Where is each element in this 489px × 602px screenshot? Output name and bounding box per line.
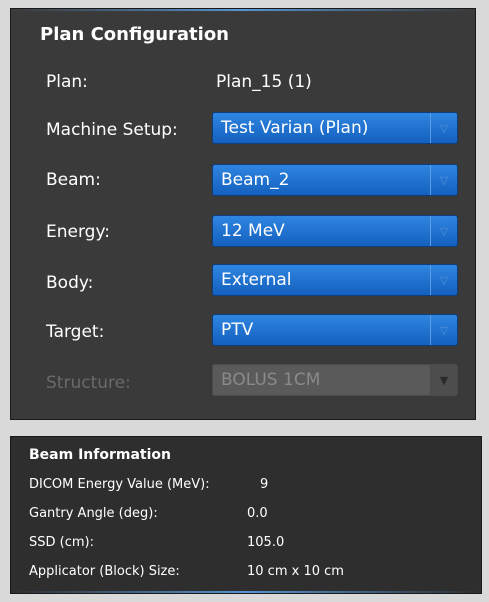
ssd-value: 105.0 — [247, 535, 285, 550]
structure-selected: BOLUS 1CM — [221, 370, 321, 390]
target-selected: PTV — [221, 320, 254, 340]
plan-value: Plan_15 (1) — [216, 72, 312, 92]
plan-configuration-title: Plan Configuration — [40, 24, 229, 45]
energy-dropdown[interactable]: 12 MeV ▽ — [212, 215, 458, 247]
target-dropdown[interactable]: PTV ▽ — [212, 314, 458, 346]
body-label: Body: — [46, 273, 94, 293]
chevron-down-icon[interactable]: ▽ — [430, 315, 457, 345]
applicator-size-label: Applicator (Block) Size: — [29, 564, 180, 579]
panel-bottom-accent — [11, 591, 481, 593]
target-label: Target: — [46, 322, 105, 342]
beam-label: Beam: — [46, 170, 101, 190]
structure-dropdown: BOLUS 1CM ▼ — [212, 364, 458, 396]
chevron-down-icon[interactable]: ▽ — [430, 113, 457, 143]
applicator-size-value: 10 cm x 10 cm — [247, 564, 344, 579]
ssd-label: SSD (cm): — [29, 535, 94, 550]
gantry-angle-value: 0.0 — [247, 506, 268, 521]
beam-dropdown[interactable]: Beam_2 ▽ — [212, 164, 458, 196]
plan-label: Plan: — [46, 72, 88, 92]
machine-setup-selected: Test Varian (Plan) — [221, 118, 369, 138]
chevron-down-icon[interactable]: ▽ — [430, 165, 457, 195]
body-selected: External — [221, 270, 292, 290]
machine-setup-label: Machine Setup: — [46, 120, 178, 140]
panel-top-accent — [11, 9, 475, 11]
chevron-down-icon[interactable]: ▽ — [430, 265, 457, 295]
body-dropdown[interactable]: External ▽ — [212, 264, 458, 296]
structure-label: Structure: — [46, 373, 131, 393]
beam-information-title: Beam Information — [29, 447, 171, 463]
energy-label: Energy: — [46, 222, 111, 242]
gantry-angle-label: Gantry Angle (deg): — [29, 506, 158, 521]
energy-selected: 12 MeV — [221, 221, 285, 241]
beam-selected: Beam_2 — [221, 170, 290, 190]
chevron-down-icon[interactable]: ▽ — [430, 216, 457, 246]
dicom-energy-value: 9 — [260, 477, 269, 492]
plan-configuration-panel — [10, 8, 476, 420]
beam-information-panel: Beam Information DICOM Energy Value (MeV… — [10, 436, 482, 594]
machine-setup-dropdown[interactable]: Test Varian (Plan) ▽ — [212, 112, 458, 144]
chevron-down-icon: ▼ — [430, 365, 457, 395]
dicom-energy-label: DICOM Energy Value (MeV): — [29, 477, 210, 492]
